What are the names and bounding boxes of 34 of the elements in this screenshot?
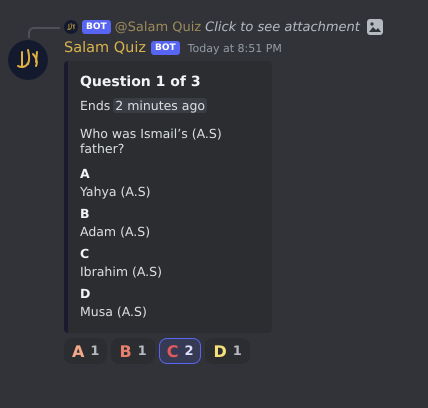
question-text: Who was Ismail’s (A.S) father? [80,126,223,156]
letter-emoji: D [213,342,227,360]
author-name[interactable]: Salam Quiz [64,40,146,56]
letter-emoji: C [166,342,178,360]
avatar-icon[interactable] [64,20,78,34]
letter-emoji: A [72,342,84,360]
relative-time: 2 minutes ago [113,98,208,113]
reaction-count: 1 [90,344,100,358]
option-label: C [80,246,90,261]
reaction-button[interactable]: A 1 [64,338,108,364]
embed-title: Question 1 of 3 [80,74,202,90]
image-icon [366,19,383,35]
reaction-button[interactable]: B 1 [111,338,155,364]
avatar-icon[interactable] [8,40,48,80]
ends-label: Ends [80,98,110,113]
reaction-button[interactable]: C 2 [158,338,202,364]
option-text: Musa (A.S) [80,304,148,319]
bot-tag: BOT [82,20,111,34]
option-label: B [80,206,91,221]
reply-author[interactable]: @Salam Quiz [114,20,202,34]
reaction-count: 1 [138,344,147,358]
option-text: Adam (A.S) [80,224,152,239]
option-text: Yahya (A.S) [80,184,152,199]
reply-link[interactable]: Click to see attachment [205,20,360,34]
bot-tag: BOT [150,41,180,55]
reaction-button[interactable]: D 1 [205,338,250,364]
reaction-count: 2 [184,344,194,358]
option-text: Ibrahim (A.S) [80,264,163,279]
option-label: A [80,166,91,181]
letter-emoji: B [119,342,132,360]
option-label: D [80,286,92,301]
reply-connector [28,26,60,38]
reaction-count: 1 [232,344,242,358]
timestamp: Today at 8:51 PM [188,42,282,54]
